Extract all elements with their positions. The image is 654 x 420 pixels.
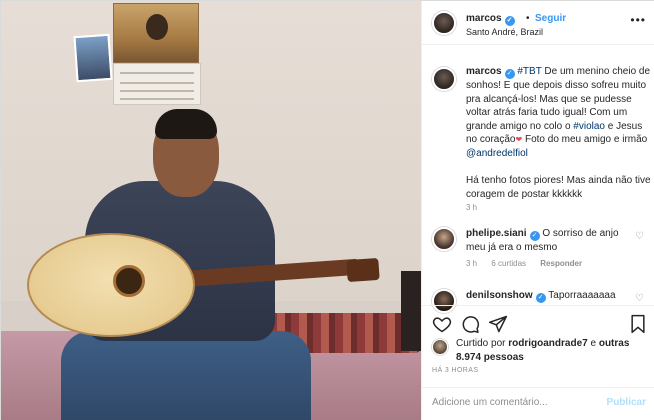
guitar-sound-hole xyxy=(113,265,145,297)
caption-avatar[interactable] xyxy=(432,67,456,91)
guitar-body xyxy=(27,233,195,337)
comment-reply-button[interactable]: Responder xyxy=(540,259,582,268)
comment-username[interactable]: phelipe.siani xyxy=(466,228,527,239)
photo-jeans xyxy=(61,331,311,420)
header-separator: • xyxy=(526,13,530,24)
bookmark-save-icon[interactable] xyxy=(628,314,648,334)
caption-time: 3 h xyxy=(466,203,478,212)
photo-poster-face xyxy=(146,14,168,40)
author-avatar[interactable] xyxy=(432,11,456,35)
comment-likes-count[interactable]: 6 curtidas xyxy=(491,259,526,268)
verified-badge-icon: ✓ xyxy=(535,293,546,303)
calendar-line xyxy=(120,72,194,74)
comment-text: denilsonshow ✓ Taporraaaaaaa xyxy=(466,289,622,303)
caption-username[interactable]: marcos xyxy=(466,66,502,77)
photo-poster xyxy=(113,3,199,63)
post-side-panel: marcos ✓ • Seguir Santo André, Brazil •••… xyxy=(421,1,654,420)
comment-text: phelipe.siani ✓ O sorriso de anjo meu já … xyxy=(466,227,622,255)
verified-badge-icon: ✓ xyxy=(504,69,515,79)
liker-username[interactable]: rodrigoandrade7 xyxy=(508,338,587,349)
caption-body-3: Foto do meu amigo e irmão xyxy=(522,134,648,146)
comment-body: Taporraaaaaaa xyxy=(545,290,616,301)
verified-badge-icon: ✓ xyxy=(504,16,515,26)
guitar-head xyxy=(346,257,380,283)
post-photo[interactable] xyxy=(1,1,421,420)
comment-bubble-icon[interactable] xyxy=(460,314,480,334)
calendar-line xyxy=(120,90,194,92)
comment-composer: Adicione um comentário... Publicar xyxy=(422,387,654,420)
share-send-icon[interactable] xyxy=(488,314,508,334)
post-location[interactable]: Santo André, Brazil xyxy=(466,27,543,37)
follow-button[interactable]: Seguir xyxy=(535,13,566,24)
photo-calendar xyxy=(113,63,201,105)
comment-meta: 3 h 6 curtidas Responder xyxy=(466,259,594,268)
likes-prefix: Curtido por xyxy=(456,338,509,349)
comment-time: 3 h xyxy=(466,259,478,268)
author-username[interactable]: marcos ✓ xyxy=(466,13,515,26)
photo-furniture xyxy=(401,271,421,351)
more-icon[interactable]: ••• xyxy=(630,13,646,27)
publish-button[interactable]: Publicar xyxy=(607,397,646,408)
comment-like-icon[interactable]: ♡ xyxy=(635,231,644,242)
comment-username[interactable]: denilsonshow xyxy=(466,290,533,301)
liker-avatar[interactable] xyxy=(432,339,448,355)
comment-avatar[interactable] xyxy=(432,227,456,251)
author-username-text[interactable]: marcos xyxy=(466,13,502,24)
post-modal: marcos ✓ • Seguir Santo André, Brazil •••… xyxy=(0,0,654,420)
likes-middle: e xyxy=(587,338,599,349)
mention-link[interactable]: @andredelfiol xyxy=(466,148,528,159)
comment-input[interactable]: Adicione um comentário... xyxy=(432,397,602,408)
caption-body-4: Há tenho fotos piores! Mas ainda não tiv… xyxy=(466,175,651,200)
comment-like-icon[interactable]: ♡ xyxy=(635,293,644,304)
hashtag-link[interactable]: #violao xyxy=(573,121,605,132)
post-header: marcos ✓ • Seguir Santo André, Brazil ••• xyxy=(422,1,654,45)
like-heart-icon[interactable] xyxy=(432,314,452,334)
photo-hair xyxy=(155,109,217,139)
verified-badge-icon: ✓ xyxy=(529,231,540,241)
caption-text: marcos ✓ #TBT De um menino cheio de sonho… xyxy=(466,65,652,201)
post-time-ago: HÁ 3 HORAS xyxy=(432,367,479,374)
likes-text: Curtido por rodrigoandrade7 e outras 8.9… xyxy=(456,337,652,364)
calendar-line xyxy=(120,98,194,100)
calendar-line xyxy=(120,82,194,84)
photo-small-picture xyxy=(73,33,113,83)
hashtag-link[interactable]: #TBT xyxy=(517,66,541,77)
